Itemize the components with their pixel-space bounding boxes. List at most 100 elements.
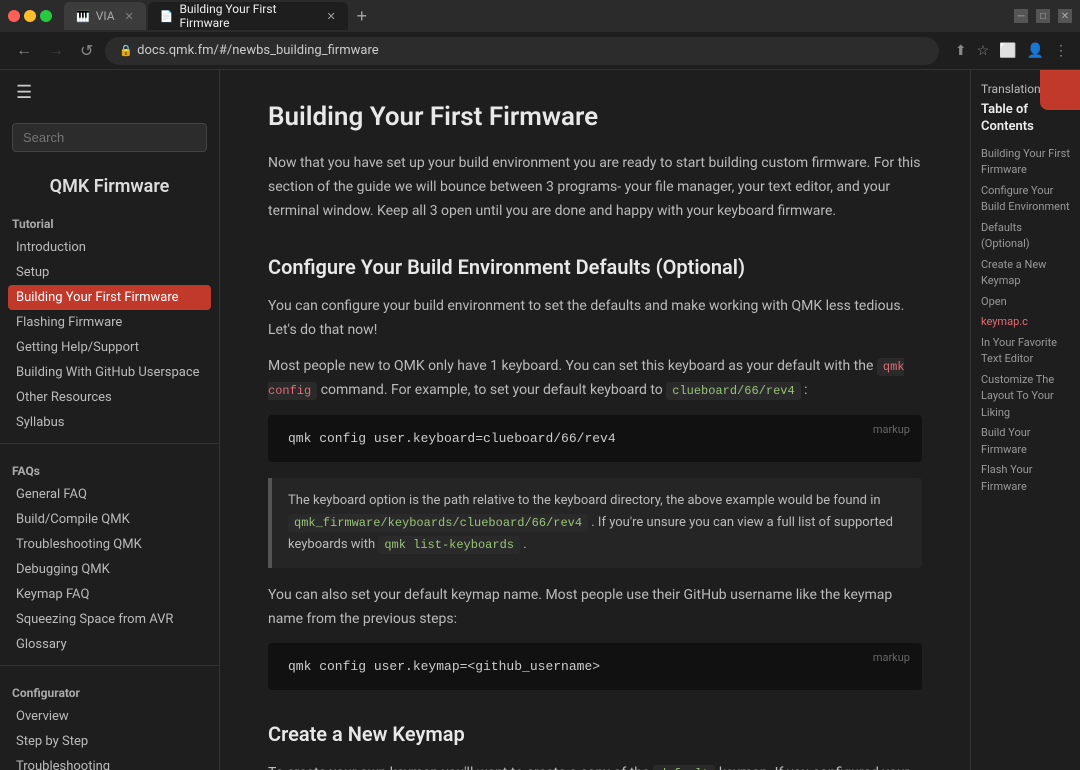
share-icon[interactable]: ⬆ [955,42,967,59]
os-minimize[interactable]: ─ [1014,9,1028,23]
section1-p3: You can also set your default keymap nam… [268,584,922,632]
tab-firmware-icon: 📄 [160,10,174,23]
configurator-title: Configurator [12,686,207,700]
window-controls [8,10,52,22]
tab-via-close[interactable]: ✕ [125,10,134,23]
sidebar-logo: QMK Firmware [0,160,219,205]
section1-p1: You can configure your build environment… [268,295,922,343]
toc-item-3[interactable]: Create a New Keymap [981,257,1070,290]
markup-label-2: markup [873,651,910,664]
lock-icon: 🔒 [119,44,133,57]
note-text-1: The keyboard option is the path relative… [288,490,906,556]
tab-firmware-label: Building Your First Firmware [179,2,316,30]
sidebar-item-github[interactable]: Building With GitHub Userspace [0,360,219,385]
toolbar-icons: ⬆ ☆ ⬜ 👤 ⋮ [955,42,1068,59]
toc-item-4b[interactable]: keymap.c [981,314,1070,331]
intro-paragraph: Now that you have set up your build envi… [268,152,922,223]
os-close[interactable]: ✕ [1058,9,1072,23]
os-maximize[interactable]: □ [1036,9,1050,23]
tab-via-label: VIA [96,9,115,23]
tab-via[interactable]: 🎹 VIA ✕ [64,2,146,30]
sidebar-item-help[interactable]: Getting Help/Support [0,335,219,360]
code-block-1: markup qmk config user.keyboard=clueboar… [268,415,922,462]
toc-corner-decoration [1040,70,1080,110]
toc-sidebar: Translations Table of Contents Building … [970,70,1080,770]
note-box-1: The keyboard option is the path relative… [268,478,922,568]
section2-title: Create a New Keymap [268,722,922,746]
section1-p2-text: Most people new to QMK only have 1 keybo… [268,358,873,374]
section2-p1-text: To create your own keymap you'll want to… [268,765,649,770]
faqs-title: FAQs [12,464,207,478]
menu-icon[interactable]: ⋮ [1054,42,1068,59]
configurator-section: Configurator [0,674,219,704]
forward-button[interactable]: → [44,40,68,62]
clueboard-inline: clueboard/66/rev4 [666,382,800,400]
os-window-controls: ─ □ ✕ [1014,9,1072,23]
toc-item-1[interactable]: Configure Your Build Environment [981,183,1070,216]
tutorial-title: Tutorial [12,217,207,231]
sidebar-item-building-firmware[interactable]: Building Your First Firmware [8,285,211,310]
sidebar-item-general-faq[interactable]: General FAQ [0,482,219,507]
note-intro: The keyboard option is the path relative… [288,493,881,508]
sidebar-item-config-overview[interactable]: Overview [0,704,219,729]
sidebar-item-troubleshooting-qmk[interactable]: Troubleshooting QMK [0,532,219,557]
new-tab-button[interactable]: + [350,4,374,28]
faqs-section: FAQs [0,452,219,482]
back-button[interactable]: ← [12,40,36,62]
reload-button[interactable]: ↺ [76,39,97,63]
code-block-2: markup qmk config user.keymap=<github_us… [268,643,922,690]
sidebar-header: ☰ [0,70,219,115]
close-button[interactable] [8,10,20,22]
tab-firmware-close[interactable]: ✕ [327,10,336,23]
divider-2 [0,665,219,666]
note-period: . [523,537,526,552]
sidebar-item-resources[interactable]: Other Resources [0,385,219,410]
toc-item-4[interactable]: Open [981,294,1070,311]
profile-icon[interactable]: 👤 [1027,42,1044,59]
extensions-icon[interactable]: ⬜ [999,42,1016,59]
toc-item-0[interactable]: Building Your First Firmware [981,146,1070,179]
main-content: Building Your First Firmware Now that yo… [220,70,970,770]
address-bar: ← → ↺ 🔒 docs.qmk.fm/#/newbs_building_fir… [0,32,1080,70]
sidebar-item-squeezing[interactable]: Squeezing Space from AVR [0,607,219,632]
toc-item-7[interactable]: Flash Your Firmware [981,462,1070,495]
tutorial-section: Tutorial [0,205,219,235]
sidebar-item-debugging[interactable]: Debugging QMK [0,557,219,582]
note-code-1: qmk_firmware/keyboards/clueboard/66/rev4 [288,514,588,532]
section1-p2-end: command. For example, to set your defaul… [321,382,663,398]
sidebar-item-step-by-step[interactable]: Step by Step [0,729,219,754]
sidebar-item-flashing[interactable]: Flashing Firmware [0,310,219,335]
section1-p2-colon: : [804,382,807,398]
search-input[interactable] [12,123,207,152]
sidebar-item-glossary[interactable]: Glossary [0,632,219,657]
maximize-button[interactable] [40,10,52,22]
toc-item-5[interactable]: Customize The Layout To Your Liking [981,372,1070,422]
sidebar-item-keymap-faq[interactable]: Keymap FAQ [0,582,219,607]
hamburger-menu[interactable]: ☰ [12,78,36,107]
sidebar: ☰ QMK Firmware Tutorial Introduction Set… [0,70,220,770]
toc-item-2[interactable]: Defaults (Optional) [981,220,1070,253]
minimize-button[interactable] [24,10,36,22]
titlebar: 🎹 VIA ✕ 📄 Building Your First Firmware ✕… [0,0,1080,32]
sidebar-item-setup[interactable]: Setup [0,260,219,285]
tab-firmware[interactable]: 📄 Building Your First Firmware ✕ [148,2,348,30]
note-code-2: qmk list-keyboards [378,536,520,554]
section1-title: Configure Your Build Environment Default… [268,255,922,279]
sidebar-item-troubleshooting[interactable]: Troubleshooting [0,754,219,770]
toc-item-6[interactable]: Build Your Firmware [981,425,1070,458]
tab-bar: 🎹 VIA ✕ 📄 Building Your First Firmware ✕… [64,2,1002,30]
address-input[interactable]: 🔒 docs.qmk.fm/#/newbs_building_firmware [105,37,938,65]
sidebar-item-syllabus[interactable]: Syllabus [0,410,219,435]
toc-item-4c[interactable]: In Your Favorite Text Editor [981,335,1070,368]
sidebar-item-introduction[interactable]: Introduction [0,235,219,260]
address-text: docs.qmk.fm/#/newbs_building_firmware [137,43,379,58]
sidebar-logo-text: QMK Firmware [12,176,207,197]
default-inline: default [653,765,715,770]
page-title: Building Your First Firmware [268,102,922,132]
section1-p2: Most people new to QMK only have 1 keybo… [268,355,922,403]
code-2: qmk config user.keymap=<github_username> [288,659,902,674]
sidebar-item-build-compile[interactable]: Build/Compile QMK [0,507,219,532]
markup-label-1: markup [873,423,910,436]
app-layout: ☰ QMK Firmware Tutorial Introduction Set… [0,70,1080,770]
bookmark-icon[interactable]: ☆ [977,42,990,59]
